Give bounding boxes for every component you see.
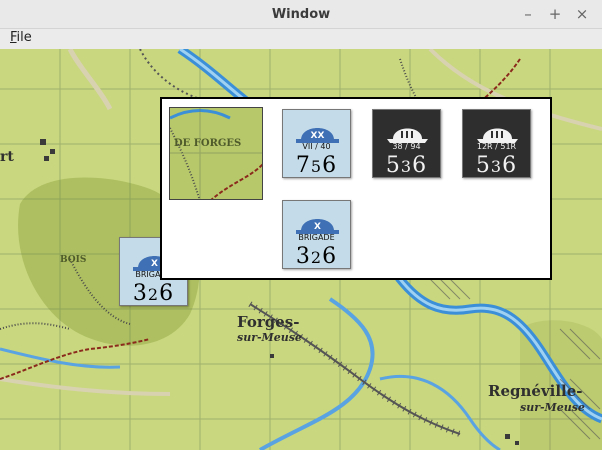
popup-counter-french-brigade[interactable]: X BRIGADE 326: [282, 200, 351, 269]
unit-designation: 38 / 94: [392, 142, 421, 151]
map-label-art: rt: [0, 149, 14, 165]
unit-factors: 536: [385, 153, 428, 178]
map-label-regneville-sub: sur-Meuse: [520, 401, 585, 414]
close-button[interactable]: ×: [573, 5, 591, 23]
map-label-forges-sub: sur-Meuse: [237, 331, 302, 344]
popup-counter-german-38-94[interactable]: 38 / 94 536: [372, 109, 441, 178]
menu-bar: File: [0, 29, 602, 49]
map-label-regneville: Regnéville-: [488, 382, 583, 400]
terrain-label: DE FORGES: [174, 138, 242, 149]
svg-text:X: X: [314, 222, 321, 232]
map-label-forges: Forges-: [237, 313, 300, 331]
minimize-button[interactable]: –: [519, 5, 537, 23]
stack-viewer-popup: DE FORGES XX VII / 40 756 38 / 94 536 12…: [160, 97, 552, 280]
unit-designation: 12R / 51R: [476, 142, 517, 151]
maximize-button[interactable]: +: [546, 5, 564, 23]
unit-factors: 326: [295, 244, 338, 269]
window-title: Window: [271, 7, 331, 22]
unit-factors: 536: [475, 153, 518, 178]
svg-text:XX: XX: [311, 131, 325, 141]
map-label-bois: BOIS: [60, 255, 87, 265]
menu-file[interactable]: File: [10, 30, 32, 45]
unit-factors: 756: [295, 153, 338, 178]
svg-text:X: X: [151, 259, 158, 269]
popup-counter-french-vii40[interactable]: XX VII / 40 756: [282, 109, 351, 178]
game-map[interactable]: rt BOIS Forges- sur-Meuse Regnéville- su…: [0, 49, 602, 450]
terrain-preview: DE FORGES: [169, 107, 263, 200]
unit-designation: VII / 40: [302, 142, 331, 151]
menu-file-label: ile: [16, 30, 32, 45]
unit-factors: 326: [132, 281, 175, 306]
popup-counter-german-12r-51r[interactable]: 12R / 51R 536: [462, 109, 531, 178]
title-bar: Window – + ×: [0, 0, 602, 29]
unit-designation: BRIGADE: [298, 233, 335, 242]
terrain-preview-map: [170, 108, 262, 199]
